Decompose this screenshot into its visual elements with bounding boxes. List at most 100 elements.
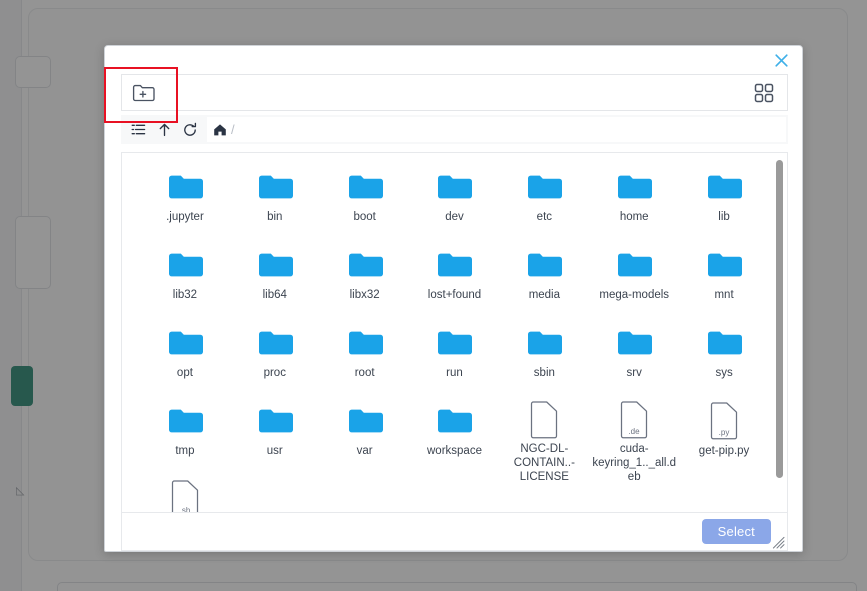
- file-item-label: etc: [536, 211, 553, 223]
- resize-grip-icon[interactable]: [772, 536, 785, 549]
- file-grid-item-file[interactable]: .py get-pip.py: [679, 399, 769, 477]
- file-item-label: tmp: [175, 445, 195, 457]
- file-grid-item-folder[interactable]: boot: [320, 165, 410, 243]
- file-grid-item-folder[interactable]: libx32: [320, 243, 410, 321]
- folder-icon: [616, 167, 653, 207]
- folder-icon: [706, 245, 743, 285]
- file-item-label: get-pip.py: [698, 445, 750, 457]
- close-icon[interactable]: [772, 51, 790, 69]
- file-grid-item-folder[interactable]: etc: [499, 165, 589, 243]
- file-item-label: home: [619, 211, 649, 223]
- folder-icon: [257, 167, 293, 207]
- file-grid-item-folder[interactable]: srv: [589, 321, 679, 399]
- dialog-action-bar: [121, 74, 788, 111]
- file-grid-item-file[interactable]: .de cuda-keyring_1.._all.deb: [589, 399, 679, 483]
- file-grid-item-folder[interactable]: mega-models: [589, 243, 679, 321]
- file-item-label: mnt: [714, 289, 734, 301]
- file-item-label: .jupyter: [166, 211, 204, 223]
- folder-icon: [706, 323, 743, 363]
- file-item-label: cuda-keyring_1.._all.deb: [592, 443, 677, 483]
- file-grid-item-folder[interactable]: sbin: [499, 321, 589, 399]
- document-icon: .py: [708, 401, 740, 441]
- file-grid-item-folder[interactable]: var: [320, 399, 410, 477]
- folder-icon: [347, 401, 383, 441]
- file-grid-item-folder[interactable]: lib64: [230, 243, 320, 321]
- folder-icon: [436, 245, 473, 285]
- folder-icon: [706, 167, 743, 207]
- folder-icon: [526, 323, 563, 363]
- file-list-scrollbar-track[interactable]: [775, 156, 785, 509]
- folder-icon: [526, 245, 563, 285]
- file-item-label: media: [528, 289, 561, 301]
- file-grid-item-file[interactable]: NGC-DL-CONTAIN..-LICENSE: [499, 399, 589, 483]
- file-grid-item-folder[interactable]: tmp: [140, 399, 230, 477]
- grid-view-icon[interactable]: [749, 79, 779, 107]
- folder-icon: [616, 323, 653, 363]
- file-grid-item-folder[interactable]: media: [499, 243, 589, 321]
- page-root: ◺ 请输入标签，多个标签用英文逗号分隔: [0, 0, 867, 591]
- file-item-label: proc: [263, 367, 286, 379]
- folder-icon: [257, 401, 293, 441]
- file-item-label: lib32: [172, 289, 198, 301]
- file-item-label: mega-models: [599, 289, 670, 301]
- file-grid-item-folder[interactable]: lib32: [140, 243, 230, 321]
- file-grid-item-folder[interactable]: root: [320, 321, 410, 399]
- svg-text:.sh: .sh: [180, 506, 191, 512]
- file-item-label: sbin: [533, 367, 555, 379]
- file-grid-item-folder[interactable]: mnt: [679, 243, 769, 321]
- file-grid-item-folder[interactable]: opt: [140, 321, 230, 399]
- file-grid-item-folder[interactable]: usr: [230, 399, 320, 477]
- path-breadcrumb-box[interactable]: /: [207, 117, 786, 142]
- folder-icon: [257, 323, 293, 363]
- folder-icon: [167, 401, 203, 441]
- folder-plus-icon[interactable]: [128, 79, 158, 107]
- footer-spacer: [771, 527, 777, 537]
- file-item-label: root: [354, 367, 375, 379]
- dialog-footer: Select: [121, 513, 788, 551]
- folder-icon: [167, 245, 203, 285]
- file-item-label: var: [356, 445, 373, 457]
- folder-icon: [257, 245, 293, 285]
- folder-icon: [347, 245, 383, 285]
- file-list-area: .jupyter bin boot dev etc home lib lib32 lib64 li…: [121, 152, 788, 513]
- list-toggle-icon[interactable]: [125, 118, 151, 142]
- file-item-label: lib: [718, 211, 730, 223]
- dialog-titlebar: [105, 46, 802, 74]
- file-grid-item-folder[interactable]: home: [589, 165, 679, 243]
- file-grid-item-folder[interactable]: .jupyter: [140, 165, 230, 243]
- file-item-label: NGC-DL-CONTAIN..-LICENSE: [513, 443, 575, 483]
- refresh-icon[interactable]: [177, 118, 203, 142]
- home-icon[interactable]: [213, 123, 227, 137]
- document-icon: .de: [618, 401, 650, 439]
- file-item-label: libx32: [349, 289, 380, 301]
- file-item-label: sys: [715, 367, 733, 379]
- file-item-label: lost+found: [427, 289, 482, 301]
- file-item-label: boot: [353, 211, 376, 223]
- select-button[interactable]: Select: [701, 519, 771, 544]
- file-item-label: dev: [445, 211, 464, 223]
- path-separator: /: [231, 122, 235, 137]
- file-grid-item-folder[interactable]: workspace: [410, 399, 500, 477]
- folder-icon: [616, 245, 653, 285]
- file-grid-item-folder[interactable]: dev: [410, 165, 500, 243]
- file-grid-item-folder[interactable]: lost+found: [410, 243, 500, 321]
- folder-icon: [347, 167, 383, 207]
- file-item-label: bin: [267, 211, 283, 223]
- folder-icon: [436, 401, 473, 441]
- file-list-scrollbar-thumb[interactable]: [776, 160, 783, 478]
- file-grid-item-file[interactable]: .sh: [140, 477, 230, 512]
- file-grid-item-folder[interactable]: run: [410, 321, 500, 399]
- file-item-label: usr: [266, 445, 283, 457]
- folder-icon: [526, 167, 563, 207]
- dialog-nav-bar: /: [121, 115, 788, 144]
- svg-text:.de: .de: [629, 427, 641, 436]
- file-grid-item-folder[interactable]: sys: [679, 321, 769, 399]
- folder-icon: [436, 167, 473, 207]
- file-grid-item-folder[interactable]: bin: [230, 165, 320, 243]
- file-grid-item-folder[interactable]: proc: [230, 321, 320, 399]
- file-grid-item-folder[interactable]: lib: [679, 165, 769, 243]
- file-item-label: opt: [176, 367, 193, 379]
- file-item-label: srv: [626, 367, 642, 379]
- arrow-up-icon[interactable]: [151, 118, 177, 142]
- svg-text:.py: .py: [719, 428, 730, 437]
